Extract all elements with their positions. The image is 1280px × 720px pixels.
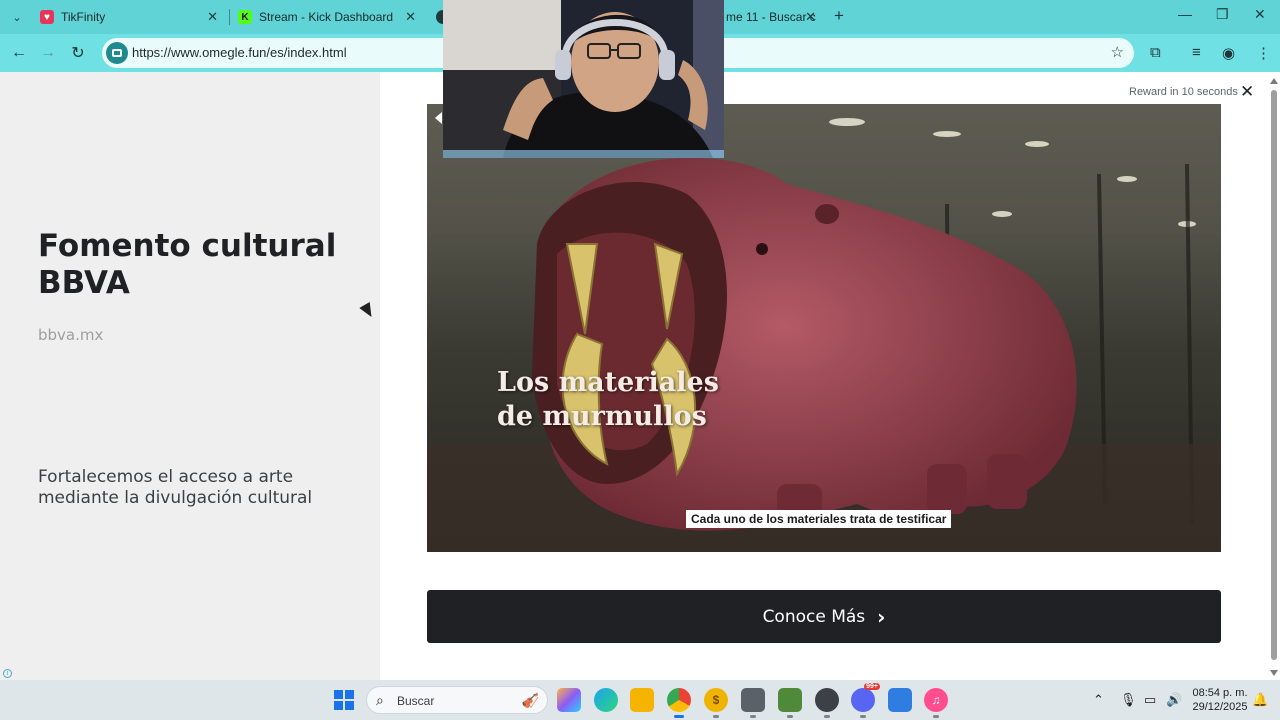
discord-icon[interactable]: 99+	[851, 683, 880, 718]
new-tab-button[interactable]: +	[830, 6, 848, 26]
kick-icon: K	[238, 10, 252, 24]
tab-search-dropdown[interactable]: ⌄	[6, 7, 28, 27]
volume-icon[interactable]	[435, 112, 442, 124]
webcam-overlay	[443, 0, 724, 158]
restore-icon[interactable]: ❐	[1216, 6, 1229, 23]
forward-icon[interactable]: →	[37, 42, 59, 64]
windows-start-icon[interactable]	[334, 690, 354, 710]
show-hidden-icons-chevron-icon[interactable]: ⌃	[1093, 692, 1104, 708]
store-icon[interactable]	[888, 688, 912, 712]
minimize-icon[interactable]: —	[1178, 6, 1192, 22]
ad-title[interactable]: Fomento cultural BBVA	[38, 228, 338, 302]
reload-icon[interactable]: ↻	[67, 42, 89, 64]
close-tab-icon[interactable]: ✕	[805, 9, 816, 25]
close-tab-icon[interactable]: ✕	[405, 9, 416, 25]
obs-icon[interactable]	[815, 688, 839, 718]
close-ad-icon[interactable]: ✕	[1240, 82, 1254, 102]
taskbar-search-placeholder: Buscar	[397, 694, 435, 708]
file-explorer-icon[interactable]	[630, 688, 654, 712]
scrollbar-thumb[interactable]	[1271, 90, 1277, 660]
microphone-icon[interactable]: 🎙	[1120, 692, 1137, 708]
tab-kick-dashboard[interactable]: K Stream - Kick Dashboard ✕	[229, 4, 424, 30]
ad-video[interactable]: Los materiales de murmullos Cada uno de …	[427, 104, 1221, 552]
page-content: Fomento cultural BBVA bbva.mx Fortalecem…	[0, 72, 1280, 680]
ad-domain[interactable]: bbva.mx	[38, 326, 103, 344]
network-icon[interactable]: ▭	[1144, 692, 1156, 708]
clock-date: 29/12/2025	[1192, 701, 1248, 713]
itunes-icon[interactable]: ♫	[924, 688, 948, 718]
copilot-icon[interactable]	[557, 688, 581, 712]
scroll-down-arrow-icon[interactable]	[1270, 670, 1278, 676]
close-window-icon[interactable]: ✕	[1254, 6, 1266, 23]
tab-label: Stream - Kick Dashboard	[259, 10, 394, 24]
discord-badge: 99+	[864, 683, 880, 690]
site-info-icon[interactable]	[106, 42, 128, 64]
overlay-line-1: Los materiales	[497, 367, 719, 398]
video-overlay-text: Los materiales de murmullos	[497, 366, 719, 434]
reward-countdown: Reward in 10 seconds	[1129, 86, 1238, 98]
ad-choices-icon[interactable]: i	[3, 669, 12, 678]
violin-icon: 🎻	[521, 692, 539, 708]
media-controls-icon[interactable]: ≡	[1192, 44, 1201, 61]
video-frame-image	[427, 104, 1221, 552]
tab-label: me 11 - Buscar c	[726, 10, 816, 24]
chrome-icon[interactable]	[667, 688, 691, 718]
bookmark-star-icon[interactable]: ☆	[1111, 43, 1124, 61]
webcam-image	[443, 0, 724, 158]
cta-label: Conoce Más	[762, 606, 866, 627]
coin-app-icon[interactable]: $	[704, 688, 728, 718]
windows-taskbar: ⌕ Buscar 🎻 $ 99+ ♫ ⌃ 🎙 ▭ 🔊 08:54 p. m. 2…	[0, 680, 1280, 720]
close-tab-icon[interactable]: ✕	[207, 9, 218, 25]
conoce-mas-button[interactable]: Conoce Más ›	[427, 590, 1221, 643]
notifications-icon[interactable]: 🔔	[1252, 692, 1268, 708]
extensions-icon[interactable]: ⧉	[1150, 44, 1161, 61]
ad-info-panel: Fomento cultural BBVA bbva.mx Fortalecem…	[0, 72, 380, 680]
chevron-right-icon: ›	[877, 604, 886, 629]
taskbar-search-box[interactable]: ⌕ Buscar 🎻	[366, 686, 548, 714]
overlay-line-2: de murmullos	[497, 401, 707, 432]
tab-label: TikFinity	[61, 10, 106, 24]
menu-kebab-icon[interactable]: ⋮	[1256, 44, 1271, 62]
edge-icon[interactable]	[594, 688, 618, 712]
page-scrollbar[interactable]	[1268, 76, 1280, 676]
ad-description: Fortalecemos el acceso a arte mediante l…	[38, 467, 313, 508]
tab-tikfinity[interactable]: ♥ TikFinity ✕	[34, 4, 226, 30]
search-icon: ⌕	[376, 692, 384, 708]
scroll-up-arrow-icon[interactable]	[1270, 78, 1278, 84]
app-icon[interactable]	[741, 688, 765, 718]
volume-tray-icon[interactable]: 🔊	[1166, 692, 1182, 708]
back-icon[interactable]: ←	[8, 42, 30, 64]
video-caption: Cada uno de los materiales trata de test…	[686, 510, 952, 528]
url-text[interactable]: https://www.omegle.fun/es/index.html	[132, 45, 347, 60]
minecraft-icon[interactable]	[778, 688, 802, 718]
profile-avatar-icon[interactable]: ◉	[1222, 44, 1235, 62]
clock-time: 08:54 p. m.	[1192, 687, 1248, 699]
system-clock[interactable]: 08:54 p. m. 29/12/2025	[1190, 686, 1250, 714]
tikfinity-icon: ♥	[40, 10, 54, 24]
